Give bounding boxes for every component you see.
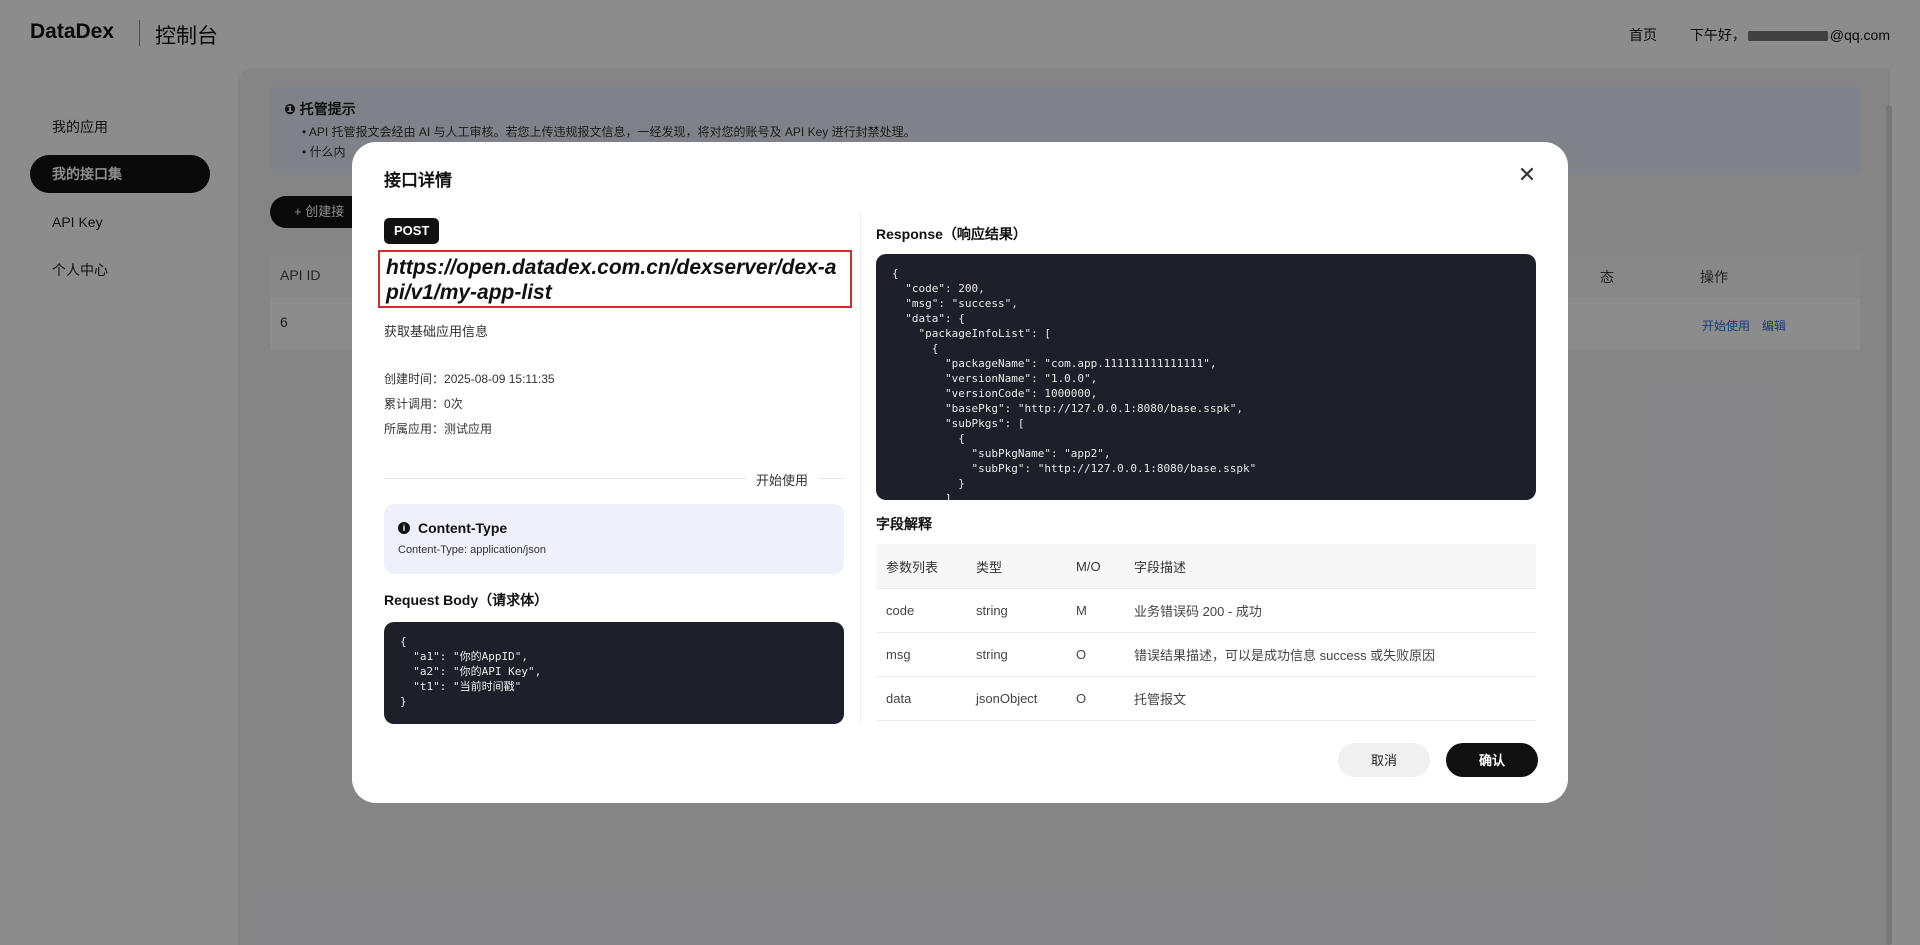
field-mo: O bbox=[1066, 632, 1124, 677]
api-detail-modal: 接口详情 ✕ POST https://open.datadex.com.cn/… bbox=[352, 142, 1568, 803]
fields-col-desc: 字段描述 bbox=[1124, 544, 1536, 589]
content-type-value: Content-Type: application/json bbox=[398, 544, 546, 556]
column-divider bbox=[860, 212, 861, 722]
table-row: code string M 业务错误码 200 - 成功 bbox=[876, 588, 1536, 633]
api-url-box: https://open.datadex.com.cn/dexserver/de… bbox=[378, 250, 852, 308]
field-desc: 托管报文 bbox=[1124, 676, 1536, 721]
info-icon: i bbox=[398, 522, 410, 534]
api-description: 获取基础应用信息 bbox=[384, 324, 489, 339]
field-type: string bbox=[966, 632, 1066, 677]
request-body-title: Request Body（请求体） bbox=[384, 592, 549, 608]
confirm-button[interactable]: 确认 bbox=[1446, 743, 1538, 777]
table-row: data jsonObject O 托管报文 bbox=[876, 676, 1536, 721]
meta-calls: 累计调用：0次 bbox=[384, 397, 463, 411]
fields-col-param: 参数列表 bbox=[876, 544, 966, 589]
request-body-code[interactable]: { "a1": "你的AppID", "a2": "你的API Key", "t… bbox=[384, 622, 844, 724]
field-type: jsonObject bbox=[966, 676, 1066, 721]
meta-created: 创建时间：2025-08-09 15:11:35 bbox=[384, 372, 555, 386]
meta-app: 所属应用：测试应用 bbox=[384, 422, 493, 436]
fields-col-mo: M/O bbox=[1066, 544, 1124, 589]
response-title: Response（响应结果） bbox=[876, 226, 1027, 242]
fields-table: 参数列表 类型 M/O 字段描述 code string M 业务错误码 200… bbox=[876, 544, 1536, 721]
table-row: msg string O 错误结果描述，可以是成功信息 success 或失败原… bbox=[876, 632, 1536, 677]
fields-header-row: 参数列表 类型 M/O 字段描述 bbox=[876, 544, 1536, 589]
start-use-label: 开始使用 bbox=[746, 470, 819, 489]
field-desc: 业务错误码 200 - 成功 bbox=[1124, 588, 1536, 633]
close-icon[interactable]: ✕ bbox=[1516, 164, 1538, 186]
modal-title: 接口详情 bbox=[384, 171, 452, 190]
api-url[interactable]: https://open.datadex.com.cn/dexserver/de… bbox=[386, 255, 844, 305]
field-mo: M bbox=[1066, 588, 1124, 633]
cancel-button[interactable]: 取消 bbox=[1338, 743, 1430, 777]
field-name: msg bbox=[876, 632, 966, 677]
content-type-title: Content-Type bbox=[418, 520, 508, 536]
field-name: code bbox=[876, 588, 966, 633]
field-mo: O bbox=[1066, 676, 1124, 721]
field-name: data bbox=[876, 676, 966, 721]
fields-title: 字段解释 bbox=[876, 516, 932, 532]
fields-col-type: 类型 bbox=[966, 544, 1066, 589]
content-type-box: i Content-Type Content-Type: application… bbox=[384, 504, 844, 574]
field-type: string bbox=[966, 588, 1066, 633]
field-desc: 错误结果描述，可以是成功信息 success 或失败原因 bbox=[1124, 632, 1536, 677]
response-body-code[interactable]: { "code": 200, "msg": "success", "data":… bbox=[876, 254, 1536, 500]
http-method-badge: POST bbox=[384, 218, 440, 244]
